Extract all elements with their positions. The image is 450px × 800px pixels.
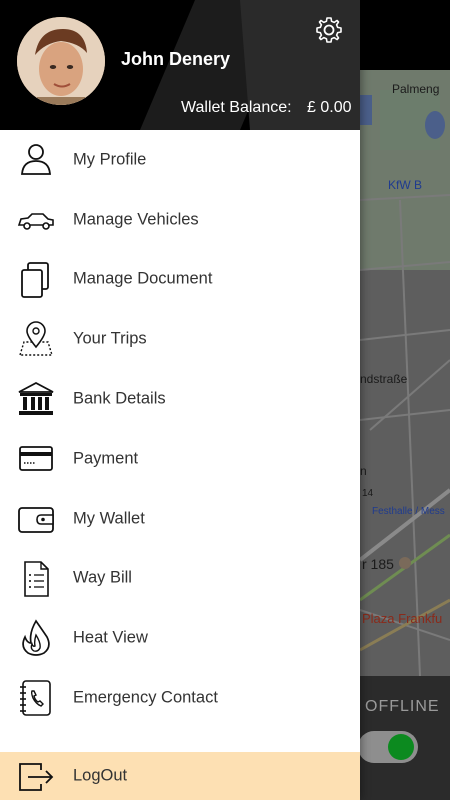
settings-icon[interactable]: [314, 15, 344, 45]
menu-item-heat-view[interactable]: Heat View: [0, 608, 360, 668]
menu-item-manage-vehicles[interactable]: Manage Vehicles: [0, 190, 360, 250]
menu-item-my-profile[interactable]: My Profile: [0, 130, 360, 190]
credit-card-icon: [17, 440, 55, 478]
menu-label: Way Bill: [73, 568, 132, 587]
map-label: KfW B: [388, 178, 423, 192]
map-label: n: [360, 464, 367, 478]
documents-icon: [17, 261, 55, 299]
avatar[interactable]: [17, 17, 105, 105]
toggle-knob: [388, 734, 414, 760]
menu-item-bank-details[interactable]: Bank Details: [0, 369, 360, 429]
navigation-drawer: John Denery Wallet Balance: £ 0.00 My Pr…: [0, 0, 360, 800]
menu-item-way-bill[interactable]: Way Bill: [0, 549, 360, 609]
menu-item-your-trips[interactable]: Your Trips: [0, 309, 360, 369]
phone-book-icon: [17, 679, 55, 717]
menu-label: Emergency Contact: [73, 688, 218, 707]
wallet-icon: [17, 500, 55, 538]
user-name: John Denery: [121, 49, 231, 69]
menu-label: Your Trips: [73, 329, 147, 348]
logout-label: LogOut: [73, 766, 128, 785]
menu-label: My Profile: [73, 150, 147, 169]
map-label: Palmeng: [392, 82, 440, 96]
menu-item-payment[interactable]: Payment: [0, 429, 360, 489]
wallet-balance-label: Wallet Balance:: [181, 99, 292, 116]
flame-icon: [17, 619, 55, 657]
drawer-menu: My Profile Manage Vehicles Manage Docume…: [0, 130, 360, 728]
car-icon: [17, 201, 55, 239]
map-label: Festhalle / Mess: [372, 506, 445, 517]
menu-label: Payment: [73, 449, 139, 468]
menu-label: Manage Vehicles: [73, 210, 199, 229]
bill-icon: [17, 560, 55, 598]
logout-icon: [17, 758, 55, 796]
drawer-header: John Denery Wallet Balance: £ 0.00: [0, 0, 360, 130]
map-pin-icon: [17, 320, 55, 358]
bank-icon: [17, 380, 55, 418]
logout-button[interactable]: LogOut: [0, 752, 360, 800]
map-label: Plaza Frankfu: [362, 611, 443, 626]
map-label: 14: [362, 488, 374, 499]
menu-label: Heat View: [73, 628, 148, 647]
wallet-balance-value: £ 0.00: [307, 99, 352, 116]
map-label: r 185: [362, 556, 394, 572]
menu-label: Bank Details: [73, 389, 166, 408]
menu-label: Manage Document: [73, 269, 213, 288]
user-icon: [17, 141, 55, 179]
menu-item-my-wallet[interactable]: My Wallet: [0, 489, 360, 549]
offline-label: OFFLINE: [365, 698, 440, 715]
menu-label: My Wallet: [73, 509, 145, 528]
menu-item-emergency-contact[interactable]: Emergency Contact: [0, 668, 360, 728]
map-label: ndstraße: [360, 372, 408, 386]
menu-item-manage-document[interactable]: Manage Document: [0, 250, 360, 310]
